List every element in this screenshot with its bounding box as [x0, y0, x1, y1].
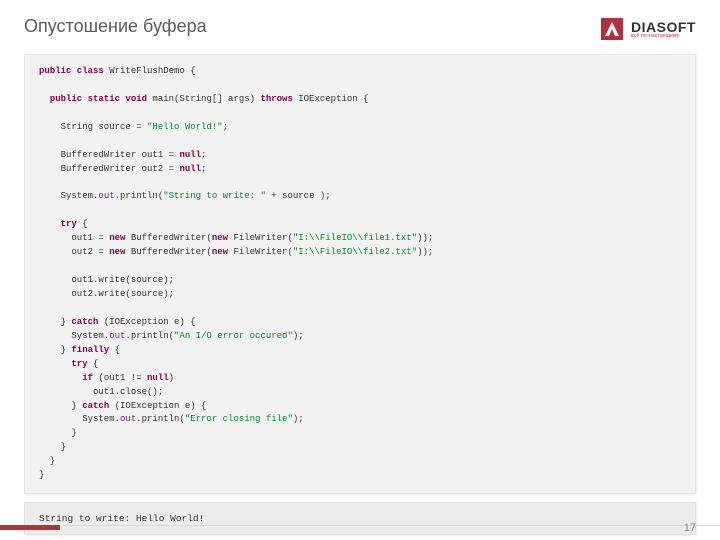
page-number: 17: [684, 522, 696, 534]
footer-divider: [0, 525, 720, 526]
logo: DIASOFT всё по-настоящему: [599, 16, 696, 42]
slide-title: Опустошение буфера: [24, 16, 207, 37]
logo-mark-icon: [599, 16, 625, 42]
footer: 17: [0, 514, 720, 540]
footer-accent-bar: [0, 525, 60, 530]
code-block: public class WriteFlushDemo { public sta…: [24, 54, 696, 494]
logo-tagline: всё по-настоящему: [631, 34, 696, 39]
logo-name: DIASOFT: [631, 20, 696, 34]
